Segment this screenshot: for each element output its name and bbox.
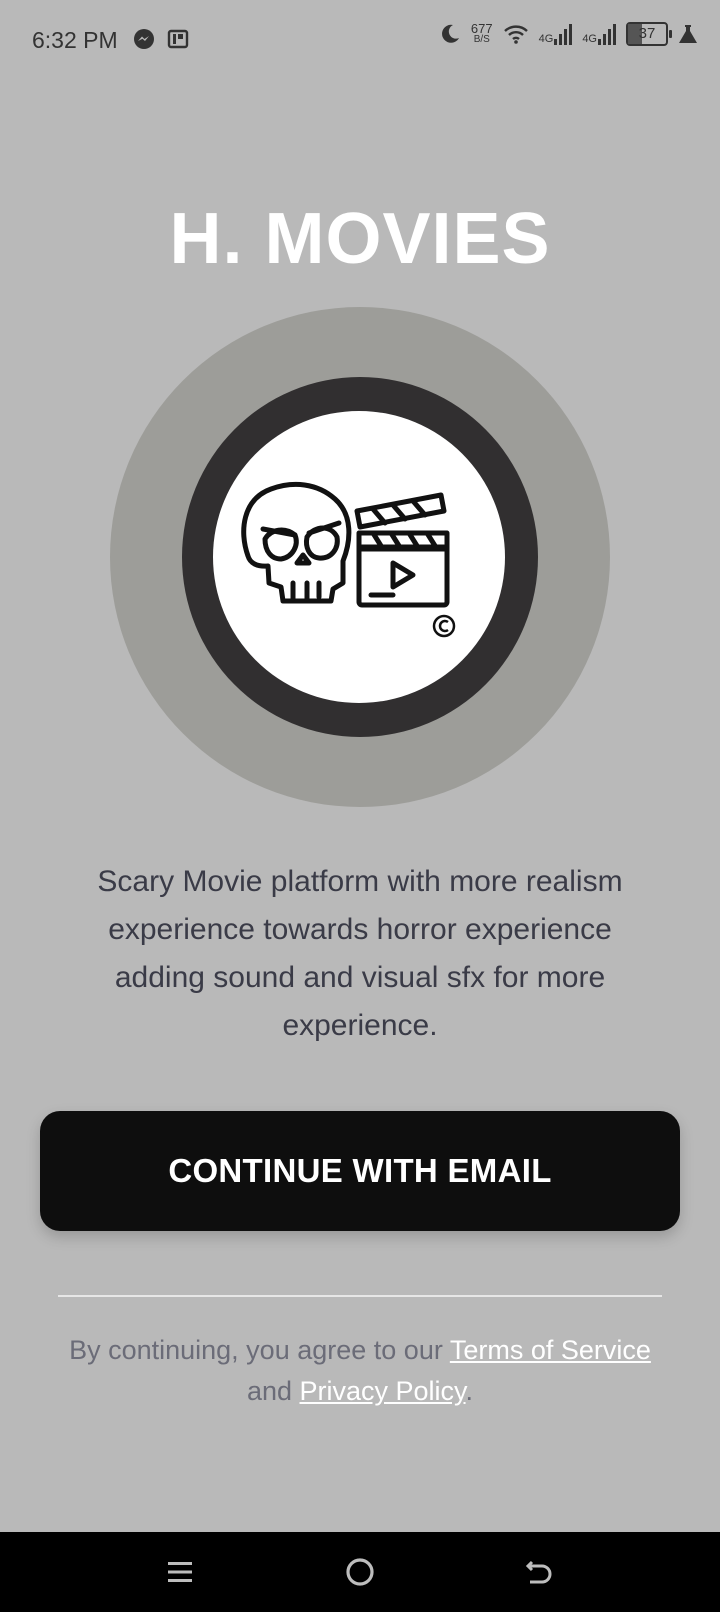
navigation-bar xyxy=(0,1532,720,1612)
copyright-icon xyxy=(432,614,456,638)
app-title: H. MOVIES xyxy=(169,199,551,279)
privacy-policy-link[interactable]: Privacy Policy xyxy=(300,1376,466,1406)
legal-text: By continuing, you agree to our Terms of… xyxy=(69,1335,651,1406)
network-speed: 677 B/S xyxy=(470,21,493,45)
alert-icon xyxy=(679,25,697,43)
signal-icon: 4G xyxy=(539,23,573,45)
messenger-icon xyxy=(134,29,154,49)
menu-icon[interactable] xyxy=(140,1532,220,1612)
terms-of-service-link[interactable]: Terms of Service xyxy=(450,1335,651,1365)
divider xyxy=(58,1295,662,1297)
clapperboard-icon xyxy=(354,492,450,608)
app-notification-icon xyxy=(167,29,189,49)
battery-icon: 37 xyxy=(626,22,672,46)
app-description: Scary Movie platform with more realism e… xyxy=(97,865,623,1042)
status-bar: 6:32 PM 677 B/S 4G 4G 37 xyxy=(0,0,720,80)
status-time: 6:32 PM xyxy=(32,27,118,53)
back-icon[interactable] xyxy=(500,1532,580,1612)
signal-icon: 4G xyxy=(582,23,616,45)
continue-with-email-button[interactable]: CONTINUE WITH EMAIL xyxy=(40,1111,680,1231)
skull-icon xyxy=(241,481,352,604)
moon-icon xyxy=(441,24,459,43)
wifi-icon xyxy=(503,25,528,44)
app-logo xyxy=(213,411,505,703)
home-icon[interactable] xyxy=(320,1532,400,1612)
